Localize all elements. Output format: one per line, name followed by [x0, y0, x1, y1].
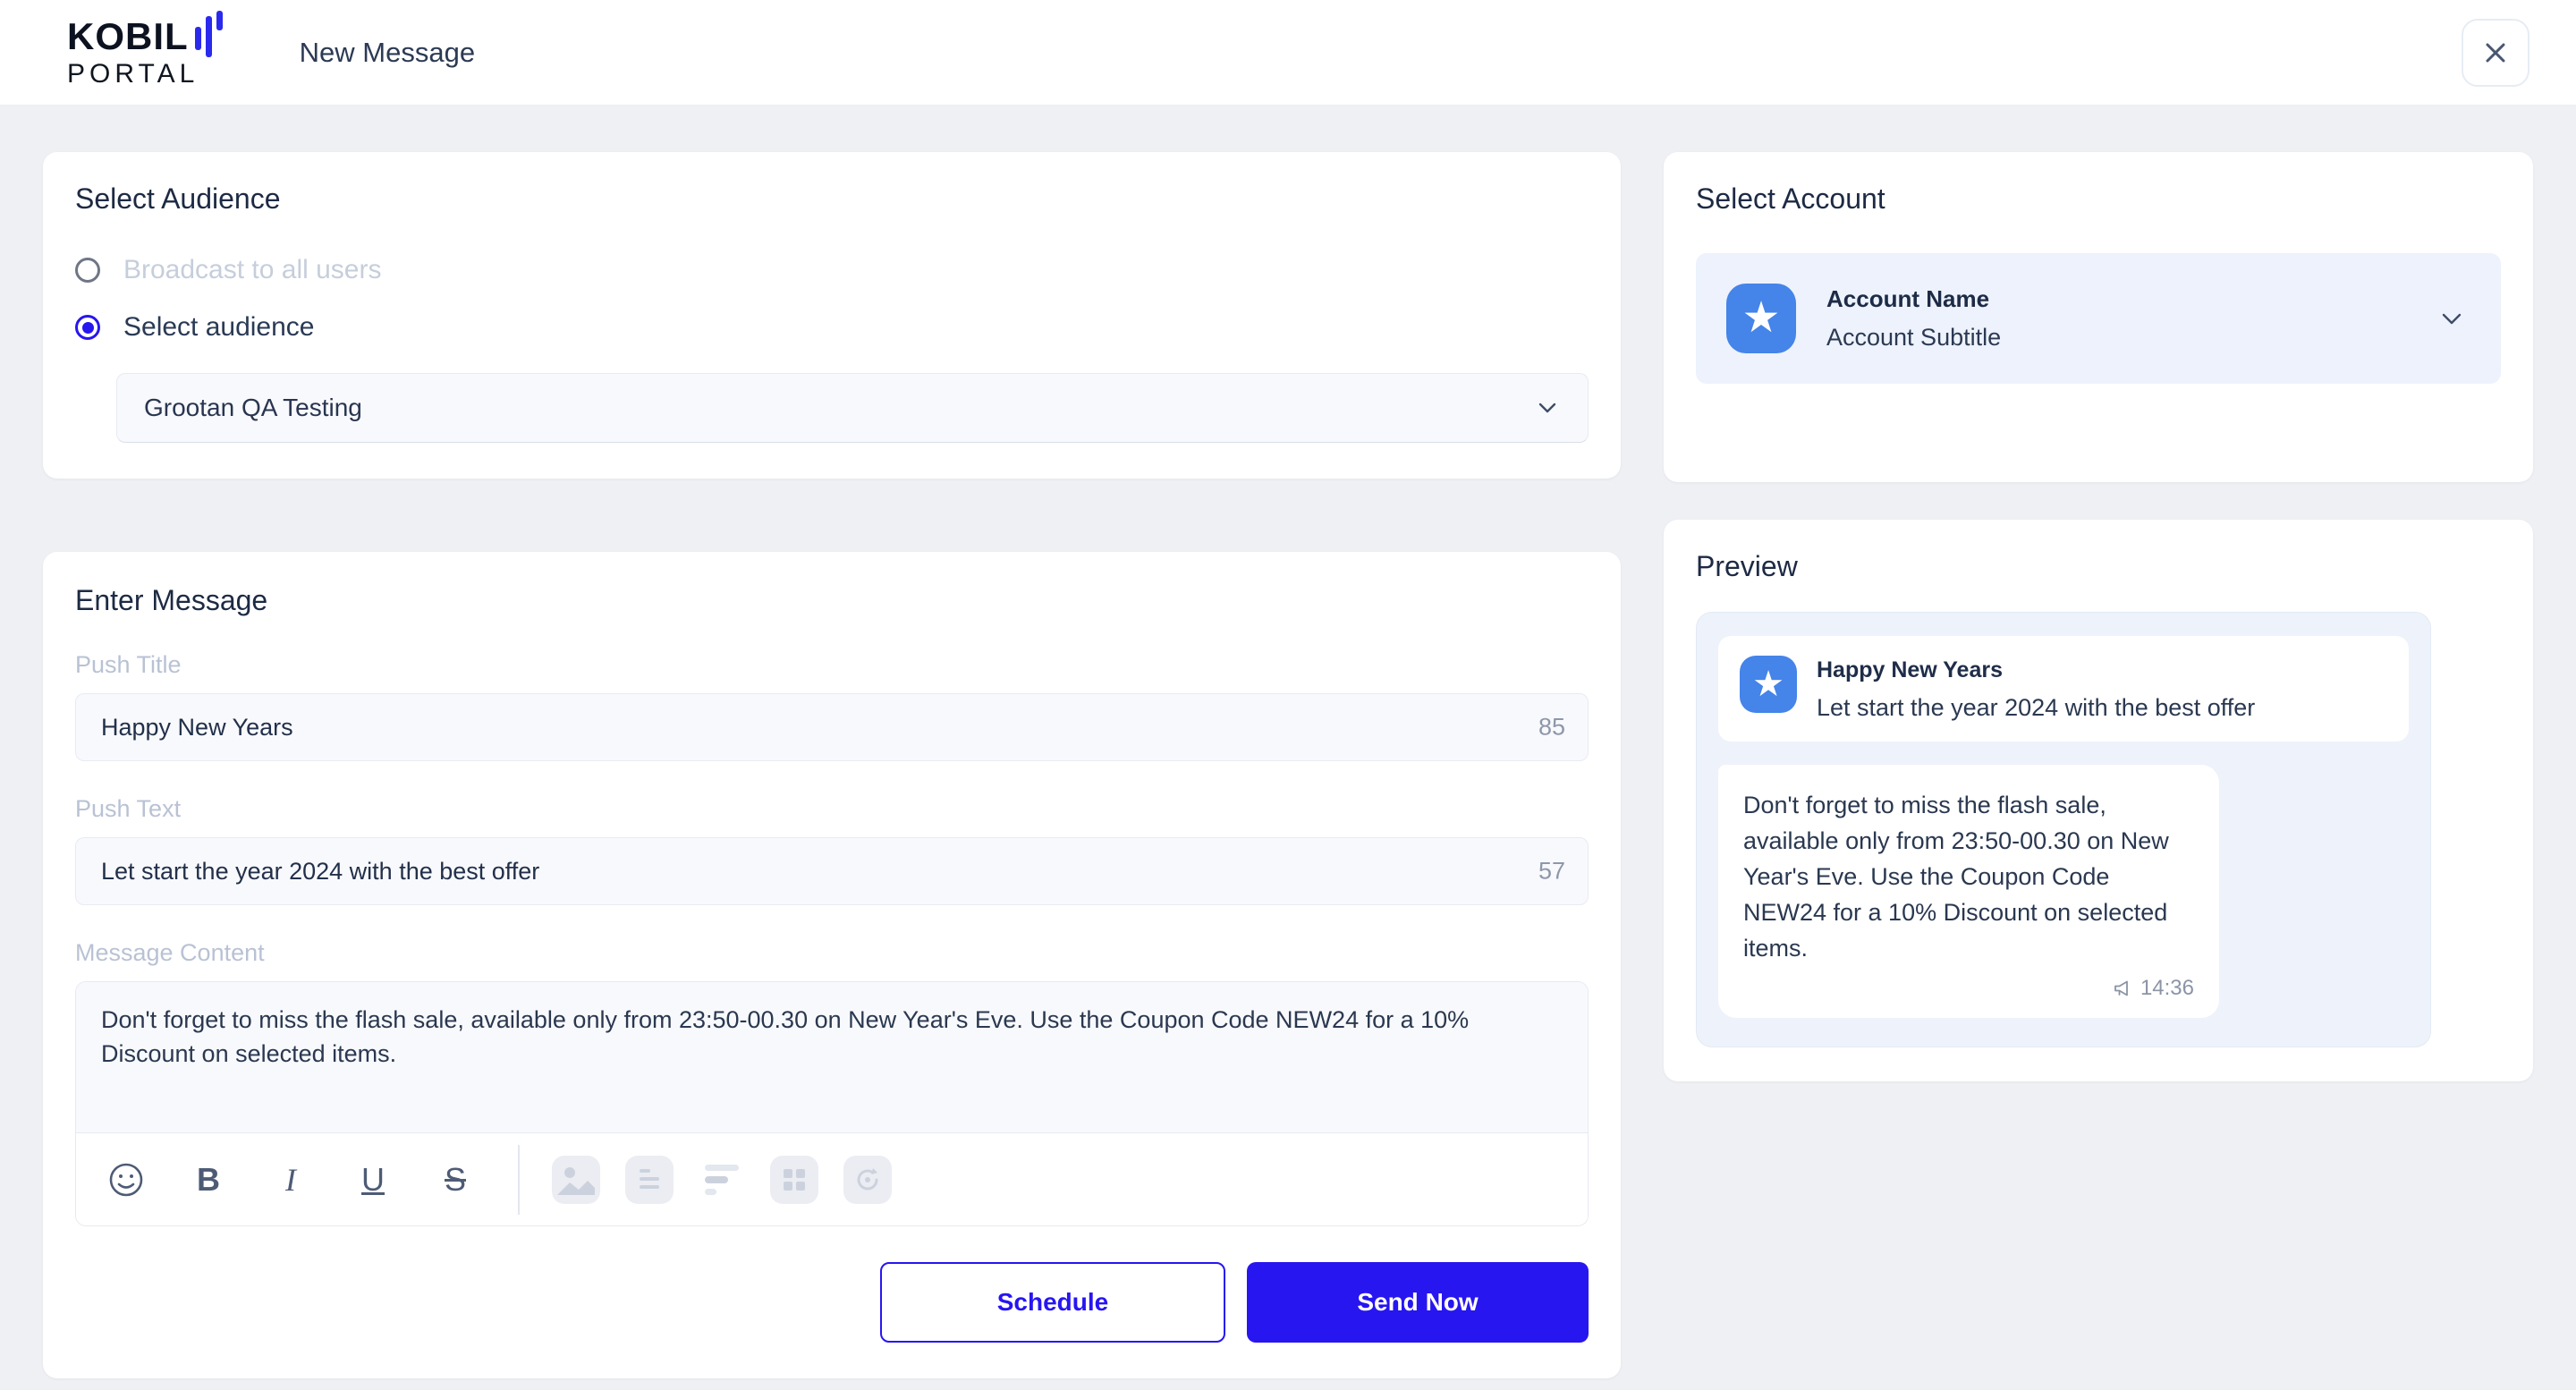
close-icon	[2481, 38, 2510, 67]
page-title: New Message	[300, 37, 475, 69]
preview-device-frame: ★ Happy New Years Let start the year 202…	[1696, 612, 2431, 1047]
preview-card: Preview ★ Happy New Years Let start the …	[1664, 520, 2533, 1081]
insert-document-button-disabled	[625, 1156, 674, 1204]
radio-checked-icon[interactable]	[75, 315, 100, 340]
bold-icon: B	[197, 1164, 220, 1196]
strikethrough-icon: S	[445, 1164, 466, 1196]
align-button-disabled	[699, 1159, 745, 1200]
grid-button-disabled	[770, 1156, 818, 1204]
enter-message-heading: Enter Message	[75, 584, 1589, 617]
select-audience-card: Select Audience Broadcast to all users S…	[43, 152, 1621, 479]
select-account-card: Select Account ★ Account Name Account Su…	[1664, 152, 2533, 482]
push-title-input[interactable]	[75, 693, 1589, 761]
emoji-icon	[106, 1160, 146, 1199]
radio-label-select-audience: Select audience	[123, 312, 315, 343]
header: KOBIL PORTAL New Message	[0, 0, 2576, 106]
message-content-label: Message Content	[75, 939, 1589, 967]
italic-icon: I	[285, 1164, 296, 1196]
account-selector[interactable]: ★ Account Name Account Subtitle	[1696, 253, 2501, 384]
push-title-label: Push Title	[75, 651, 1589, 679]
notification-avatar: ★	[1740, 656, 1797, 713]
push-text-input[interactable]	[75, 837, 1589, 905]
message-actions: Schedule Send Now	[75, 1262, 1589, 1343]
push-notification-preview: ★ Happy New Years Let start the year 202…	[1718, 636, 2409, 742]
chevron-down-icon	[1534, 394, 1561, 421]
editor-toolbar: B I U S	[76, 1132, 1588, 1225]
audience-dropdown[interactable]: Grootan QA Testing	[116, 373, 1589, 443]
message-content-editor: Don't forget to miss the flash sale, ava…	[75, 981, 1589, 1226]
megaphone-icon	[2112, 978, 2133, 999]
bubble-timestamp: 14:36	[2140, 972, 2194, 1004]
account-name: Account Name	[1826, 285, 2001, 313]
chevron-down-icon	[2436, 303, 2467, 334]
push-title-counter: 85	[1538, 714, 1565, 742]
notification-title: Happy New Years	[1817, 657, 2255, 683]
audience-dropdown-value: Grootan QA Testing	[144, 394, 362, 422]
emoji-button[interactable]	[103, 1160, 149, 1199]
kobil-portal-logo: KOBIL PORTAL	[67, 18, 223, 88]
push-text-label: Push Text	[75, 795, 1589, 823]
radio-unchecked-icon[interactable]	[75, 258, 100, 283]
main-content: Select Audience Broadcast to all users S…	[0, 106, 2576, 1378]
logo-text-portal: PORTAL	[67, 61, 223, 88]
strikethrough-button[interactable]: S	[432, 1164, 479, 1196]
message-bubble-preview: Don't forget to miss the flash sale, ava…	[1718, 765, 2219, 1018]
send-now-button[interactable]: Send Now	[1247, 1262, 1589, 1343]
schedule-button[interactable]: Schedule	[880, 1262, 1225, 1343]
push-text-counter: 57	[1538, 858, 1565, 886]
underline-button[interactable]: U	[350, 1164, 396, 1196]
account-subtitle: Account Subtitle	[1826, 324, 2001, 352]
star-icon: ★	[1752, 666, 1784, 702]
account-avatar: ★	[1726, 284, 1796, 353]
enter-message-card: Enter Message Push Title 85 Push Text 57…	[43, 552, 1621, 1378]
refresh-button-disabled	[843, 1156, 892, 1204]
preview-heading: Preview	[1696, 550, 2501, 583]
notification-text: Let start the year 2024 with the best of…	[1817, 694, 2255, 722]
radio-option-select-audience[interactable]: Select audience	[75, 312, 1589, 343]
select-audience-heading: Select Audience	[75, 182, 1589, 216]
logo-bars-icon	[195, 11, 223, 57]
radio-label-broadcast: Broadcast to all users	[123, 255, 381, 285]
bold-button[interactable]: B	[185, 1164, 232, 1196]
message-content-textarea[interactable]: Don't forget to miss the flash sale, ava…	[76, 982, 1588, 1132]
radio-option-broadcast[interactable]: Broadcast to all users	[75, 255, 1589, 285]
refresh-icon	[852, 1165, 883, 1195]
star-icon: ★	[1741, 297, 1780, 340]
grid-icon	[779, 1165, 809, 1195]
logo-text-kobil: KOBIL	[67, 18, 189, 55]
toolbar-divider	[518, 1145, 520, 1215]
document-icon	[634, 1165, 665, 1195]
insert-image-button-disabled	[552, 1156, 600, 1204]
image-icon	[552, 1156, 600, 1204]
select-account-heading: Select Account	[1696, 182, 2501, 216]
bubble-text: Don't forget to miss the flash sale, ava…	[1743, 792, 2169, 962]
italic-button[interactable]: I	[267, 1164, 314, 1196]
align-left-icon	[701, 1159, 742, 1200]
close-button[interactable]	[2462, 19, 2529, 87]
underline-icon: U	[361, 1164, 385, 1196]
